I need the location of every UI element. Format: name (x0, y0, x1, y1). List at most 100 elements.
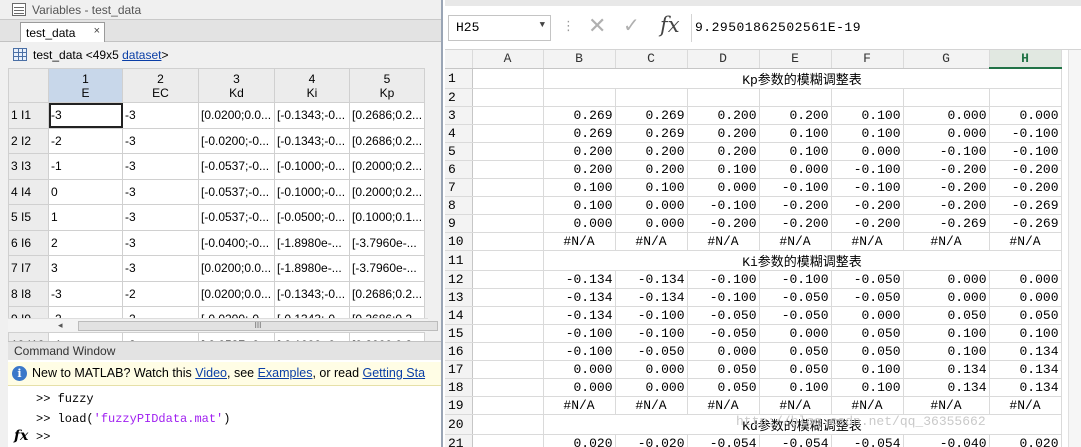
row-header[interactable]: 6 I6 (8, 229, 49, 256)
sheet-cell[interactable]: 0.100 (989, 324, 1062, 343)
sheet-cell[interactable]: 0.000 (615, 378, 688, 397)
sheet-cell[interactable]: -0.200 (989, 160, 1062, 179)
sheet-cell[interactable]: 0.200 (687, 124, 760, 143)
row-header[interactable]: 13 (445, 288, 473, 307)
sheet-cell[interactable]: #N/A (543, 232, 616, 251)
row-header[interactable]: 20 (445, 414, 473, 435)
variable-cell[interactable]: -1 (48, 153, 123, 180)
variable-cell[interactable]: [0.1000;0.1... (349, 204, 425, 231)
variable-cell[interactable]: -2 (122, 280, 199, 307)
sheet-cell[interactable] (472, 396, 544, 415)
sheet-cell[interactable]: -0.100 (615, 324, 688, 343)
row-header[interactable]: 16 (445, 342, 473, 361)
sheet-cell[interactable]: 0.134 (903, 378, 990, 397)
sheet-cell[interactable]: 0.050 (759, 360, 832, 379)
sheet-cell[interactable]: 0.050 (831, 342, 904, 361)
sheet-cell[interactable]: -0.200 (831, 196, 904, 215)
variable-cell[interactable]: [-0.1000;-0... (274, 178, 350, 205)
variable-cell[interactable]: -3 (122, 229, 199, 256)
sheet-cell[interactable]: -0.100 (615, 306, 688, 325)
row-header[interactable]: 4 (445, 124, 473, 143)
sheet-cell[interactable]: 0.134 (989, 342, 1062, 361)
tab-close-icon[interactable]: × (94, 25, 100, 37)
row-header[interactable]: 19 (445, 396, 473, 415)
column-header[interactable]: 4 Ki (274, 68, 350, 103)
variable-cell[interactable]: 2 (48, 229, 123, 256)
variable-cell[interactable]: -3 (48, 102, 123, 129)
sheet-cell[interactable] (472, 434, 544, 447)
sheet-cell[interactable]: 0.000 (989, 270, 1062, 289)
row-header[interactable]: 2 I2 (8, 127, 49, 154)
column-header[interactable]: 1E (48, 68, 123, 103)
sheet-cell[interactable]: 0.000 (903, 288, 990, 307)
sheet-cell[interactable]: -0.100 (903, 142, 990, 161)
sheet-cell[interactable]: 0.269 (615, 124, 688, 143)
variable-cell[interactable]: [0.0200;0.0... (198, 280, 275, 307)
sheet-cell[interactable]: 0.050 (989, 306, 1062, 325)
row-header[interactable]: 7 I7 (8, 255, 49, 282)
row-header[interactable]: 10 (445, 232, 473, 251)
row-header[interactable]: 14 (445, 306, 473, 325)
sheet-cell[interactable] (903, 88, 990, 107)
column-header-selected[interactable]: H (989, 50, 1062, 69)
sheet-cell[interactable]: 0.000 (989, 288, 1062, 307)
sheet-cell[interactable] (831, 88, 904, 107)
variable-cell[interactable]: [-0.0537;-0... (198, 204, 275, 231)
sheet-cell[interactable]: 0.000 (615, 214, 688, 233)
column-header[interactable]: G (903, 50, 990, 69)
column-header[interactable]: 2 EC (122, 68, 199, 103)
sheet-cell[interactable] (472, 360, 544, 379)
sheet-cell[interactable]: -0.054 (831, 434, 904, 447)
name-box[interactable]: H25 ▼ (448, 15, 551, 41)
getting-started-link[interactable]: Getting Sta (363, 366, 426, 380)
sheet-cell[interactable]: 0.200 (615, 160, 688, 179)
table-title-cell[interactable]: Kd参数的模糊调整表 (543, 414, 1062, 435)
sheet-cell[interactable]: 0.134 (989, 360, 1062, 379)
variable-cell[interactable]: -3 (122, 102, 199, 129)
variable-cell[interactable]: [0.2686;0.2... (349, 127, 425, 154)
variable-cell[interactable]: 3 (48, 255, 123, 282)
sheet-cell[interactable]: 0.050 (759, 342, 832, 361)
sheet-cell[interactable]: -0.200 (903, 196, 990, 215)
sheet-cell[interactable] (472, 106, 544, 125)
row-header[interactable]: 9 (445, 214, 473, 233)
sheet-cell[interactable]: 0.000 (543, 378, 616, 397)
variable-cell[interactable]: [-3.7960e-... (349, 229, 425, 256)
sheet-cell[interactable] (472, 306, 544, 325)
sheet-cell[interactable] (543, 88, 616, 107)
sheet-cell[interactable]: 0.100 (759, 142, 832, 161)
row-header[interactable]: 12 (445, 270, 473, 289)
formula-input[interactable]: 9.29501862502561E-19 (695, 20, 861, 35)
sheet-cell[interactable]: #N/A (543, 396, 616, 415)
sheet-cell[interactable]: #N/A (903, 232, 990, 251)
sheet-cell[interactable]: 0.000 (759, 324, 832, 343)
variable-cell[interactable]: [-0.1343;-0... (274, 280, 350, 307)
sheet-cell[interactable] (472, 124, 544, 143)
variable-cell[interactable]: [-0.0200;-0... (198, 127, 275, 154)
row-header[interactable]: 8 I8 (8, 280, 49, 307)
sheet-cell[interactable]: -0.040 (903, 434, 990, 447)
sheet-cell[interactable]: -0.134 (543, 270, 616, 289)
variable-cell[interactable]: [-0.0537;-0... (198, 153, 275, 180)
sheet-cell[interactable] (687, 88, 760, 107)
sheet-cell[interactable]: #N/A (903, 396, 990, 415)
sheet-cell[interactable]: 0.050 (903, 306, 990, 325)
sheet-cell[interactable]: -0.200 (759, 214, 832, 233)
sheet-cell[interactable]: #N/A (989, 232, 1062, 251)
column-header[interactable]: D (687, 50, 760, 69)
sheet-cell[interactable]: 0.134 (903, 360, 990, 379)
sheet-cell[interactable] (615, 88, 688, 107)
row-header[interactable]: 3 I3 (8, 153, 49, 180)
row-header[interactable]: 5 (445, 142, 473, 161)
variable-cell[interactable]: [0.2686;0.2... (349, 102, 425, 129)
variable-cell[interactable]: [-0.0400;-0... (198, 229, 275, 256)
sheet-cell[interactable] (472, 378, 544, 397)
sheet-cell[interactable] (472, 178, 544, 197)
sheet-cell[interactable]: -0.134 (543, 306, 616, 325)
sheet-cell[interactable]: 0.100 (687, 160, 760, 179)
command-window[interactable]: i New to MATLAB? Watch this Video, see E… (8, 360, 441, 447)
sheet-cell[interactable]: #N/A (831, 396, 904, 415)
sheet-cell[interactable]: -0.100 (543, 342, 616, 361)
sheet-cell[interactable]: -0.134 (615, 270, 688, 289)
sheet-cell[interactable]: -0.054 (687, 434, 760, 447)
